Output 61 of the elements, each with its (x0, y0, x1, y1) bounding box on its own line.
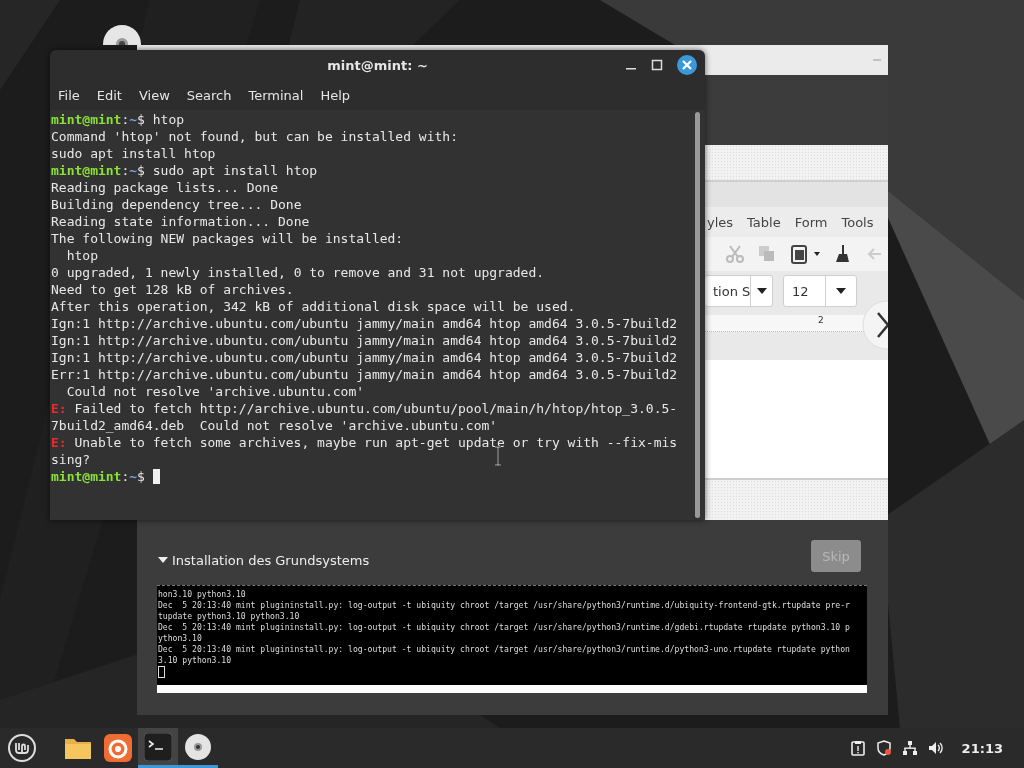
terminal-line: Err:1 http://archive.ubuntu.com/ubuntu jammy/main amd64 htop amd64 3.0.5-7build2 (51, 366, 678, 383)
menu-item[interactable]: View (138, 87, 170, 103)
terminal-line: mint@mint:~$ sudo apt install htop (51, 162, 318, 179)
terminal-line: Reading state information... Done (51, 213, 310, 230)
disc-icon[interactable] (184, 732, 212, 761)
terminal-line: Ign:1 http://archive.ubuntu.com/ubuntu jammy/main amd64 htop amd64 3.0.5-7build2 (51, 332, 678, 349)
scrollbar[interactable] (695, 112, 700, 518)
menu-item[interactable]: yles (707, 214, 734, 230)
terminal-line: Building dependency tree... Done (51, 196, 302, 213)
window-title: mint@mint: ~ (327, 57, 428, 73)
ruler-label: 2 (818, 315, 824, 325)
terminal-line: After this operation, 342 kB of additional disk space will be used. (51, 298, 576, 315)
caret-icon[interactable] (813, 250, 821, 258)
terminal-line: Command 'htop' not found, but can be installed with: (51, 128, 458, 145)
menu-item[interactable]: Edit (96, 87, 122, 103)
terminal-line: mint@mint:~$ (51, 468, 160, 485)
menu-item[interactable]: Terminal (248, 87, 304, 103)
volume-icon[interactable] (927, 740, 944, 756)
terminal-line: Ign:1 http://archive.ubuntu.com/ubuntu jammy/main amd64 htop amd64 3.0.5-7build2 (51, 349, 678, 366)
font-name-field[interactable]: tion S (705, 275, 773, 307)
menu-item[interactable]: Form (794, 214, 828, 230)
terminal-line: E: Failed to fetch http://archive.ubuntu.com/ubuntu/pool/main/h/htop/htop_3.0.5- (51, 400, 678, 417)
terminal-line: sing? (51, 451, 91, 468)
terminal-line: sudo apt install htop (51, 145, 216, 162)
clipboard-icon[interactable] (789, 244, 809, 264)
terminal-line: mint@mint:~$ htop (51, 111, 185, 128)
network-icon[interactable] (901, 740, 918, 756)
log-line: Dec 5 20:13:40 mint plugininstall.py: log-output -t ubiquity chroot /target /usr/share/python3/runtime.d/ubiquity-frontend-gtk.rtupdate pre-r (158, 600, 851, 611)
terminal-line: htop (65, 247, 98, 264)
close-icon[interactable] (677, 55, 697, 75)
terminal-line: 0 upgraded, 1 newly installed, 0 to remove and 31 not upgraded. (51, 264, 545, 281)
terminal-line: 7build2_amd64.deb Could not resolve 'archive.ubuntu.com' (51, 417, 498, 434)
clipboard-icon[interactable] (849, 740, 866, 756)
maximize-icon[interactable] (651, 59, 663, 71)
log-line: 3.10 python3.10 (158, 655, 233, 666)
menu-item[interactable]: File (58, 87, 80, 103)
terminal-line: Ign:1 http://archive.ubuntu.com/ubuntu jammy/main amd64 htop amd64 3.0.5-7build2 (51, 315, 678, 332)
caret-icon[interactable] (836, 288, 846, 294)
browser-icon[interactable] (104, 734, 132, 762)
terminal-line: The following NEW packages will be installed: (51, 230, 404, 247)
font-size-field[interactable]: 12 (783, 275, 857, 307)
menu-item[interactable]: Search (186, 87, 232, 103)
log-line: Dec 5 20:13:40 mint plugininstall.py: log-output -t ubiquity chroot /target /usr/share/python3/runtime.d/gdebi.rtupdate rtupdate python3.10 p (158, 622, 851, 633)
log-line: Dec 5 20:13:40 mint plugininstall.py: log-output -t ubiquity chroot /target /usr/share/python3/runtime.d/python3-uno.rtupdate rtupdate python (158, 644, 851, 655)
menu-item[interactable]: Table (747, 214, 781, 230)
clock[interactable]: 21:13 (961, 740, 1003, 756)
terminal-line: E: Unable to fetch some archives, maybe run apt-get update or try with --fix-mis (51, 434, 678, 451)
cursor (158, 666, 165, 678)
terminal-line: Could not resolve 'archive.ubuntu.com' (65, 383, 365, 400)
menu-item[interactable]: Help (320, 87, 351, 103)
terminal-line: Need to get 128 kB of archives. (51, 281, 294, 298)
log-line: tupdate python3.10 python3.10 (158, 611, 301, 622)
caret-icon[interactable] (756, 288, 767, 294)
section-expander[interactable]: Installation des Grundsystems (157, 552, 370, 568)
log-line: ython3.10 (158, 633, 203, 644)
shield-icon[interactable] (875, 740, 892, 756)
menu-item[interactable]: Tools (841, 214, 874, 230)
log-line: hon3.10 python3.10 (158, 589, 247, 600)
terminal-line: Reading package lists... Done (51, 179, 278, 196)
terminal-icon[interactable] (144, 732, 172, 761)
menu-icon[interactable] (8, 734, 36, 762)
